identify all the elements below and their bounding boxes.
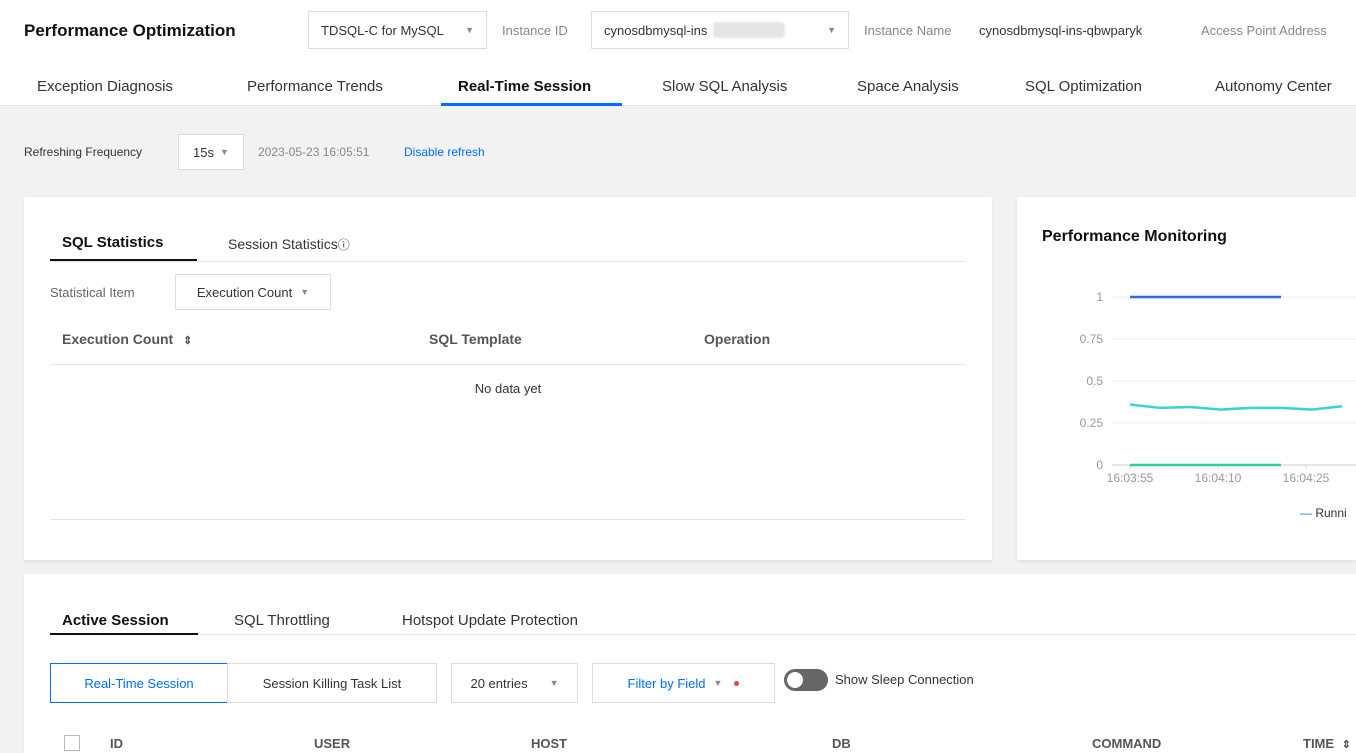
- x-tick-label: 16:04:10: [1195, 471, 1242, 485]
- redacted-blur: [713, 22, 786, 38]
- session-statistics-label: Session Statistics: [228, 236, 338, 252]
- empty-state-text: No data yet: [474, 381, 542, 396]
- sleep-connection-toggle[interactable]: [784, 669, 828, 691]
- select-all-checkbox[interactable]: [64, 735, 80, 751]
- active-subtab-indicator: [50, 259, 197, 261]
- tab-sql-optimization[interactable]: SQL Optimization: [1025, 78, 1142, 95]
- column-execution-count[interactable]: Execution Count ⇕: [62, 331, 192, 347]
- instance-id-label: Instance ID: [502, 22, 568, 38]
- tabs-divider: [50, 634, 1356, 635]
- sort-icon: ⇕: [1341, 739, 1351, 751]
- instance-name-label: Instance Name: [864, 22, 952, 38]
- chevron-down-icon: ▼: [220, 147, 229, 157]
- refresh-timestamp: 2023-05-23 16:05:51: [258, 145, 370, 159]
- instance-id-select[interactable]: cynosdbmysql-ins ▼: [591, 11, 849, 49]
- tab-hotspot-update-protection[interactable]: Hotspot Update Protection: [402, 612, 578, 629]
- chart-legend[interactable]: — Runni: [1300, 506, 1347, 520]
- tab-active-session[interactable]: Active Session: [62, 612, 169, 629]
- instance-id-value: cynosdbmysql-ins: [604, 22, 708, 38]
- y-tick-label: 1: [1096, 290, 1103, 304]
- tabs-divider: [50, 261, 966, 262]
- y-tick-label: 0.25: [1080, 416, 1104, 430]
- chevron-down-icon: ▼: [300, 287, 310, 297]
- access-point-label: Access Point Address: [1201, 22, 1327, 38]
- session-killing-task-list-button[interactable]: Session Killing Task List: [227, 663, 437, 703]
- column-db: DB: [832, 736, 851, 751]
- y-tick-label: 0.5: [1086, 374, 1103, 388]
- table-header-divider: [50, 364, 966, 365]
- x-tick-label: 16:03:55: [1107, 471, 1154, 485]
- filter-by-field-label: Filter by Field: [627, 675, 706, 691]
- column-execution-count-label: Execution Count: [62, 331, 174, 347]
- statistical-item-select[interactable]: Execution Count ▼: [175, 274, 331, 310]
- tab-space-analysis[interactable]: Space Analysis: [857, 78, 959, 95]
- chevron-down-icon: ▼: [713, 678, 723, 688]
- active-session-card: Active Session SQL Throttling Hotspot Up…: [24, 574, 1356, 753]
- disable-refresh-link[interactable]: Disable refresh: [404, 145, 485, 159]
- legend-line-icon: —: [1300, 506, 1312, 520]
- active-tab-indicator: [441, 103, 622, 106]
- instance-name-value: cynosdbmysql-ins-qbwparyk: [979, 22, 1143, 38]
- tab-sql-throttling[interactable]: SQL Throttling: [234, 612, 330, 629]
- top-header: Performance Optimization TDSQL-C for MyS…: [0, 0, 1356, 106]
- tab-real-time-session[interactable]: Real-Time Session: [458, 78, 591, 95]
- entries-select[interactable]: 20 entries ▼: [451, 663, 578, 703]
- chevron-down-icon: ▼: [827, 25, 836, 35]
- info-circle-icon: ⓘ: [337, 238, 350, 252]
- column-host: HOST: [531, 736, 568, 751]
- column-user: USER: [314, 736, 351, 751]
- column-time-label: TIME: [1303, 736, 1335, 751]
- tab-sql-statistics[interactable]: SQL Statistics: [62, 234, 163, 251]
- filter-by-field-button[interactable]: Filter by Field ▼: [592, 663, 775, 703]
- x-tick-label: 16:04:25: [1283, 471, 1330, 485]
- sql-statistics-card: SQL Statistics Session Statisticsⓘ Stati…: [24, 197, 992, 560]
- filter-indicator-dot: [734, 680, 740, 686]
- table-bottom-divider: [50, 519, 966, 520]
- tab-autonomy-center[interactable]: Autonomy Center: [1215, 78, 1332, 95]
- engine-select[interactable]: TDSQL-C for MySQL ▼: [308, 11, 487, 49]
- statistical-item-value: Execution Count: [196, 284, 293, 300]
- chevron-down-icon: ▼: [465, 25, 474, 35]
- column-operation: Operation: [704, 331, 771, 347]
- engine-select-label: TDSQL-C for MySQL: [321, 22, 444, 38]
- legend-label: Runni: [1315, 506, 1347, 520]
- sort-icon: ⇕: [183, 335, 193, 347]
- tab-session-statistics[interactable]: Session Statisticsⓘ: [228, 236, 350, 253]
- y-tick-label: 0: [1096, 458, 1103, 472]
- chevron-down-icon: ▼: [549, 678, 559, 688]
- statistical-item-label: Statistical Item: [50, 285, 135, 300]
- refresh-frequency-label: Refreshing Frequency: [24, 145, 143, 159]
- active-subtab-indicator: [50, 633, 198, 635]
- tab-performance-trends[interactable]: Performance Trends: [247, 78, 383, 95]
- column-time[interactable]: TIME ⇕: [1303, 736, 1351, 751]
- performance-monitoring-card: Performance Monitoring 0 0.25 0.5 0.75 1 16:0…: [1017, 197, 1356, 560]
- refresh-frequency-select[interactable]: 15s ▼: [178, 134, 244, 170]
- tab-exception-diagnosis[interactable]: Exception Diagnosis: [37, 78, 173, 95]
- column-sql-template: SQL Template: [429, 331, 522, 347]
- column-command: COMMAND: [1092, 736, 1162, 751]
- page-title: Performance Optimization: [24, 21, 236, 40]
- refresh-frequency-value: 15s: [193, 144, 215, 160]
- entries-value: 20 entries: [470, 675, 528, 691]
- tab-slow-sql-analysis[interactable]: Slow SQL Analysis: [662, 78, 787, 95]
- column-id: ID: [110, 736, 123, 751]
- real-time-session-button[interactable]: Real-Time Session: [50, 663, 228, 703]
- series-line-1: [1129, 403, 1343, 411]
- sleep-connection-label: Show Sleep Connection: [835, 672, 974, 687]
- y-tick-label: 0.75: [1080, 332, 1104, 346]
